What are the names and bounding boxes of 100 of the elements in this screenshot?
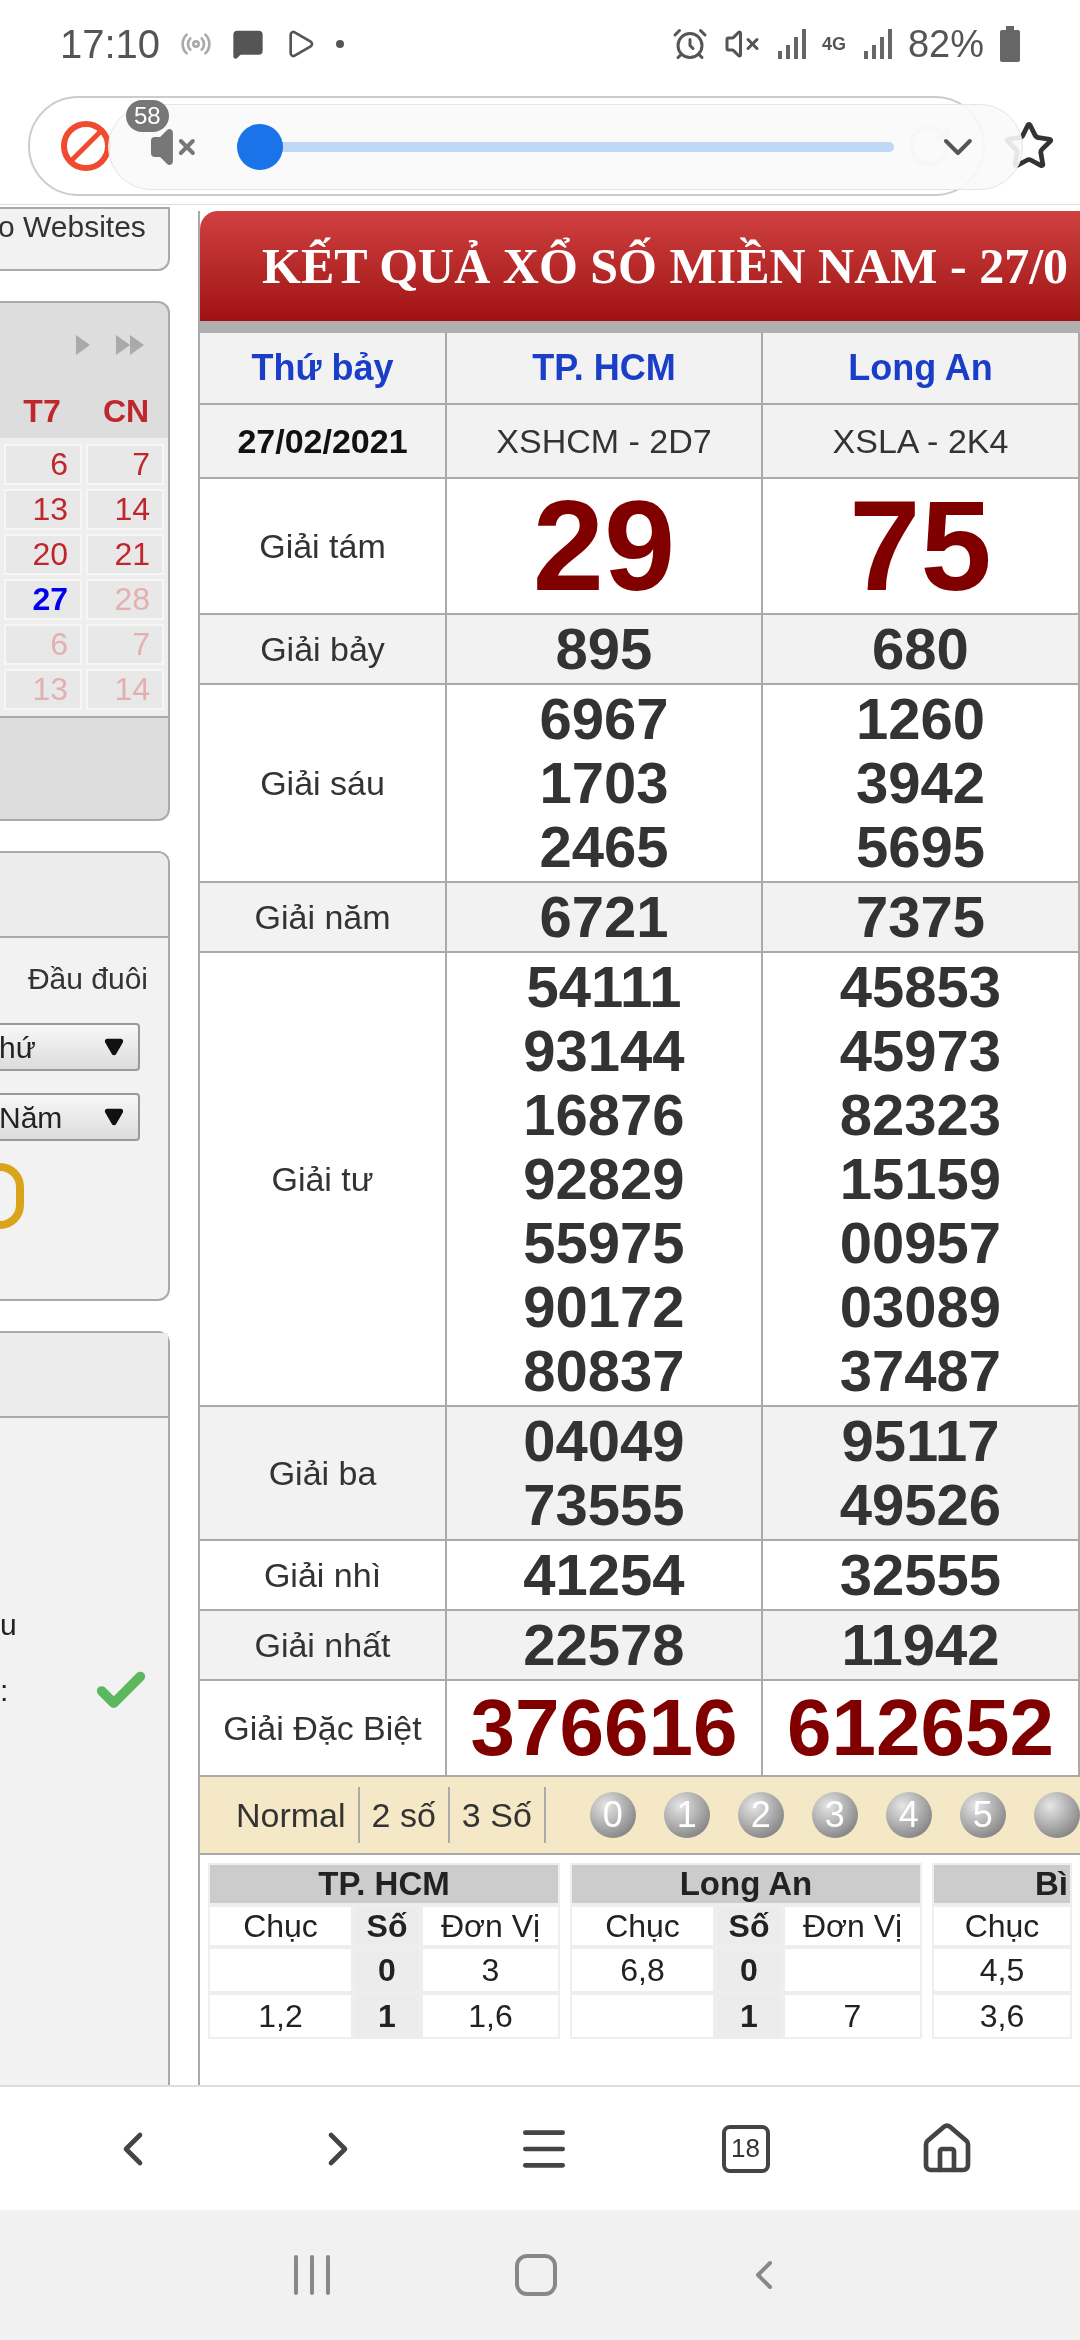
loto-cell: 7 bbox=[783, 1993, 922, 2039]
column-header: Thứ bảy bbox=[251, 346, 394, 390]
draw-date: 27/02/2021 bbox=[237, 420, 408, 462]
calendar-day[interactable]: 20 bbox=[4, 534, 82, 575]
loto-header: Chục bbox=[964, 1907, 1040, 1946]
loto-cell: 1 bbox=[353, 1993, 421, 2039]
winning-number: 15159 bbox=[839, 1147, 1002, 1211]
winning-number: 41254 bbox=[523, 1543, 685, 1607]
winning-number: 1703 bbox=[539, 751, 669, 815]
ticket-code: XSLA - 2K4 bbox=[832, 420, 1009, 462]
text-fragment: u bbox=[0, 1608, 17, 1642]
slider-thumb[interactable] bbox=[236, 124, 283, 170]
winning-number: 11942 bbox=[841, 1613, 1000, 1677]
ring-icon bbox=[0, 1163, 24, 1229]
dropdown-select[interactable]: hứ bbox=[0, 1023, 140, 1071]
signal-icon bbox=[775, 27, 806, 61]
message-icon bbox=[232, 28, 265, 60]
winning-number: 16876 bbox=[523, 1083, 685, 1147]
alarm-icon bbox=[671, 26, 708, 62]
calendar-day[interactable]: 7 bbox=[86, 444, 164, 485]
dropdown-arrow-icon bbox=[104, 1107, 124, 1127]
winning-number: 55975 bbox=[523, 1211, 685, 1275]
winning-number: 22578 bbox=[523, 1613, 685, 1677]
winning-number: 75 bbox=[849, 481, 992, 611]
loto-header: Số bbox=[366, 1907, 408, 1946]
winning-number: 45853 bbox=[839, 955, 1002, 1019]
winning-number: 6967 bbox=[539, 687, 669, 751]
winning-number: 95117 bbox=[841, 1409, 1000, 1473]
loto-cell: 1 bbox=[715, 1993, 783, 2039]
loto-cell: 6,8 bbox=[570, 1947, 715, 1993]
winning-number: 00957 bbox=[839, 1211, 1002, 1275]
network-type: 4G bbox=[821, 35, 846, 53]
prize-name: Giải ba bbox=[268, 1452, 377, 1494]
calendar-day[interactable]: 6 bbox=[4, 444, 82, 485]
dropdown-select[interactable]: Năm bbox=[0, 1093, 140, 1141]
mode-tab[interactable]: Normal bbox=[224, 1787, 360, 1843]
weekday-header: T7 bbox=[22, 391, 62, 431]
blocker-icon bbox=[60, 120, 112, 172]
winning-number: 49526 bbox=[839, 1473, 1002, 1537]
winning-number: 612652 bbox=[787, 1683, 1054, 1773]
prize-name: Giải bảy bbox=[260, 628, 385, 670]
loto-header: Đơn Vị bbox=[802, 1907, 903, 1946]
prize-name: Giải tư bbox=[271, 1158, 374, 1200]
prize-name: Giải năm bbox=[254, 896, 391, 938]
winning-number: 29 bbox=[532, 481, 676, 611]
results-title: KẾT QUẢ XỔ SỐ MIỀN NAM - 27/0 bbox=[262, 236, 1069, 296]
winning-number: 895 bbox=[555, 617, 653, 681]
prize-name: Giải nhì bbox=[263, 1554, 382, 1596]
loto-cell: 3 bbox=[421, 1947, 560, 1993]
province-header: Bì bbox=[1035, 1865, 1068, 1903]
winning-number: 7375 bbox=[856, 885, 985, 949]
calendar-day[interactable]: 14 bbox=[86, 489, 164, 530]
winning-number: 80837 bbox=[523, 1339, 685, 1403]
winning-number: 2465 bbox=[539, 815, 669, 879]
column-header: Long An bbox=[848, 346, 993, 390]
battery-percent: 82% bbox=[907, 21, 984, 67]
winning-number: 680 bbox=[872, 617, 969, 681]
winning-number: 3942 bbox=[856, 751, 985, 815]
mode-tab[interactable]: 3 Số bbox=[449, 1787, 546, 1843]
prize-name: Giải Đặc Biệt bbox=[223, 1707, 422, 1749]
winning-number: 54111 bbox=[526, 955, 682, 1019]
winning-number: 90172 bbox=[523, 1275, 685, 1339]
sidebar-link[interactable]: o Websites bbox=[0, 209, 146, 245]
winning-number: 93144 bbox=[523, 1019, 685, 1083]
winning-number: 5695 bbox=[856, 815, 985, 879]
signal-icon bbox=[861, 27, 892, 61]
loto-cell: 4,5 bbox=[932, 1947, 1072, 1993]
loto-cell: 3,6 bbox=[932, 1993, 1072, 2039]
clock-time: 17:10 bbox=[60, 21, 161, 68]
winning-number: 376616 bbox=[470, 1683, 738, 1773]
winning-number: 45973 bbox=[839, 1019, 1002, 1083]
calendar-day[interactable]: 21 bbox=[86, 534, 164, 575]
winning-number: 03089 bbox=[839, 1275, 1002, 1339]
recent-apps-icon[interactable] bbox=[291, 2254, 332, 2296]
loto-cell: 1,2 bbox=[208, 1993, 353, 2039]
mode-tab[interactable]: 2 số bbox=[359, 1787, 450, 1843]
winning-number: 6721 bbox=[539, 885, 669, 949]
volume-slider[interactable] bbox=[236, 124, 895, 170]
dropdown-arrow-icon bbox=[104, 1037, 124, 1057]
loto-cell: 0 bbox=[715, 1947, 783, 1993]
prize-name: Giải tám bbox=[259, 525, 386, 567]
tabs-button[interactable]: 18 bbox=[721, 2124, 770, 2173]
battery-icon bbox=[1000, 26, 1020, 62]
winning-number: 04049 bbox=[523, 1409, 685, 1473]
winning-number: 73555 bbox=[523, 1473, 685, 1537]
loto-header: Đơn Vị bbox=[440, 1907, 541, 1946]
loto-header: Chục bbox=[243, 1907, 318, 1946]
prize-name: Giải nhất bbox=[254, 1624, 391, 1666]
loto-cell: 0 bbox=[353, 1947, 421, 1993]
winning-number: 32555 bbox=[839, 1543, 1002, 1607]
calendar-day[interactable]: 27 bbox=[4, 579, 82, 620]
winning-number: 82323 bbox=[839, 1083, 1002, 1147]
weekday-header: CN bbox=[101, 391, 151, 431]
ticket-code: XSHCM - 2D7 bbox=[496, 420, 712, 462]
calendar-day[interactable]: 13 bbox=[4, 489, 82, 530]
winning-number: 92829 bbox=[523, 1147, 685, 1211]
loto-header: Chục bbox=[605, 1907, 680, 1946]
home-button-icon[interactable] bbox=[515, 2254, 557, 2296]
province-header: TP. HCM bbox=[318, 1865, 450, 1903]
province-header: Long An bbox=[679, 1865, 813, 1903]
